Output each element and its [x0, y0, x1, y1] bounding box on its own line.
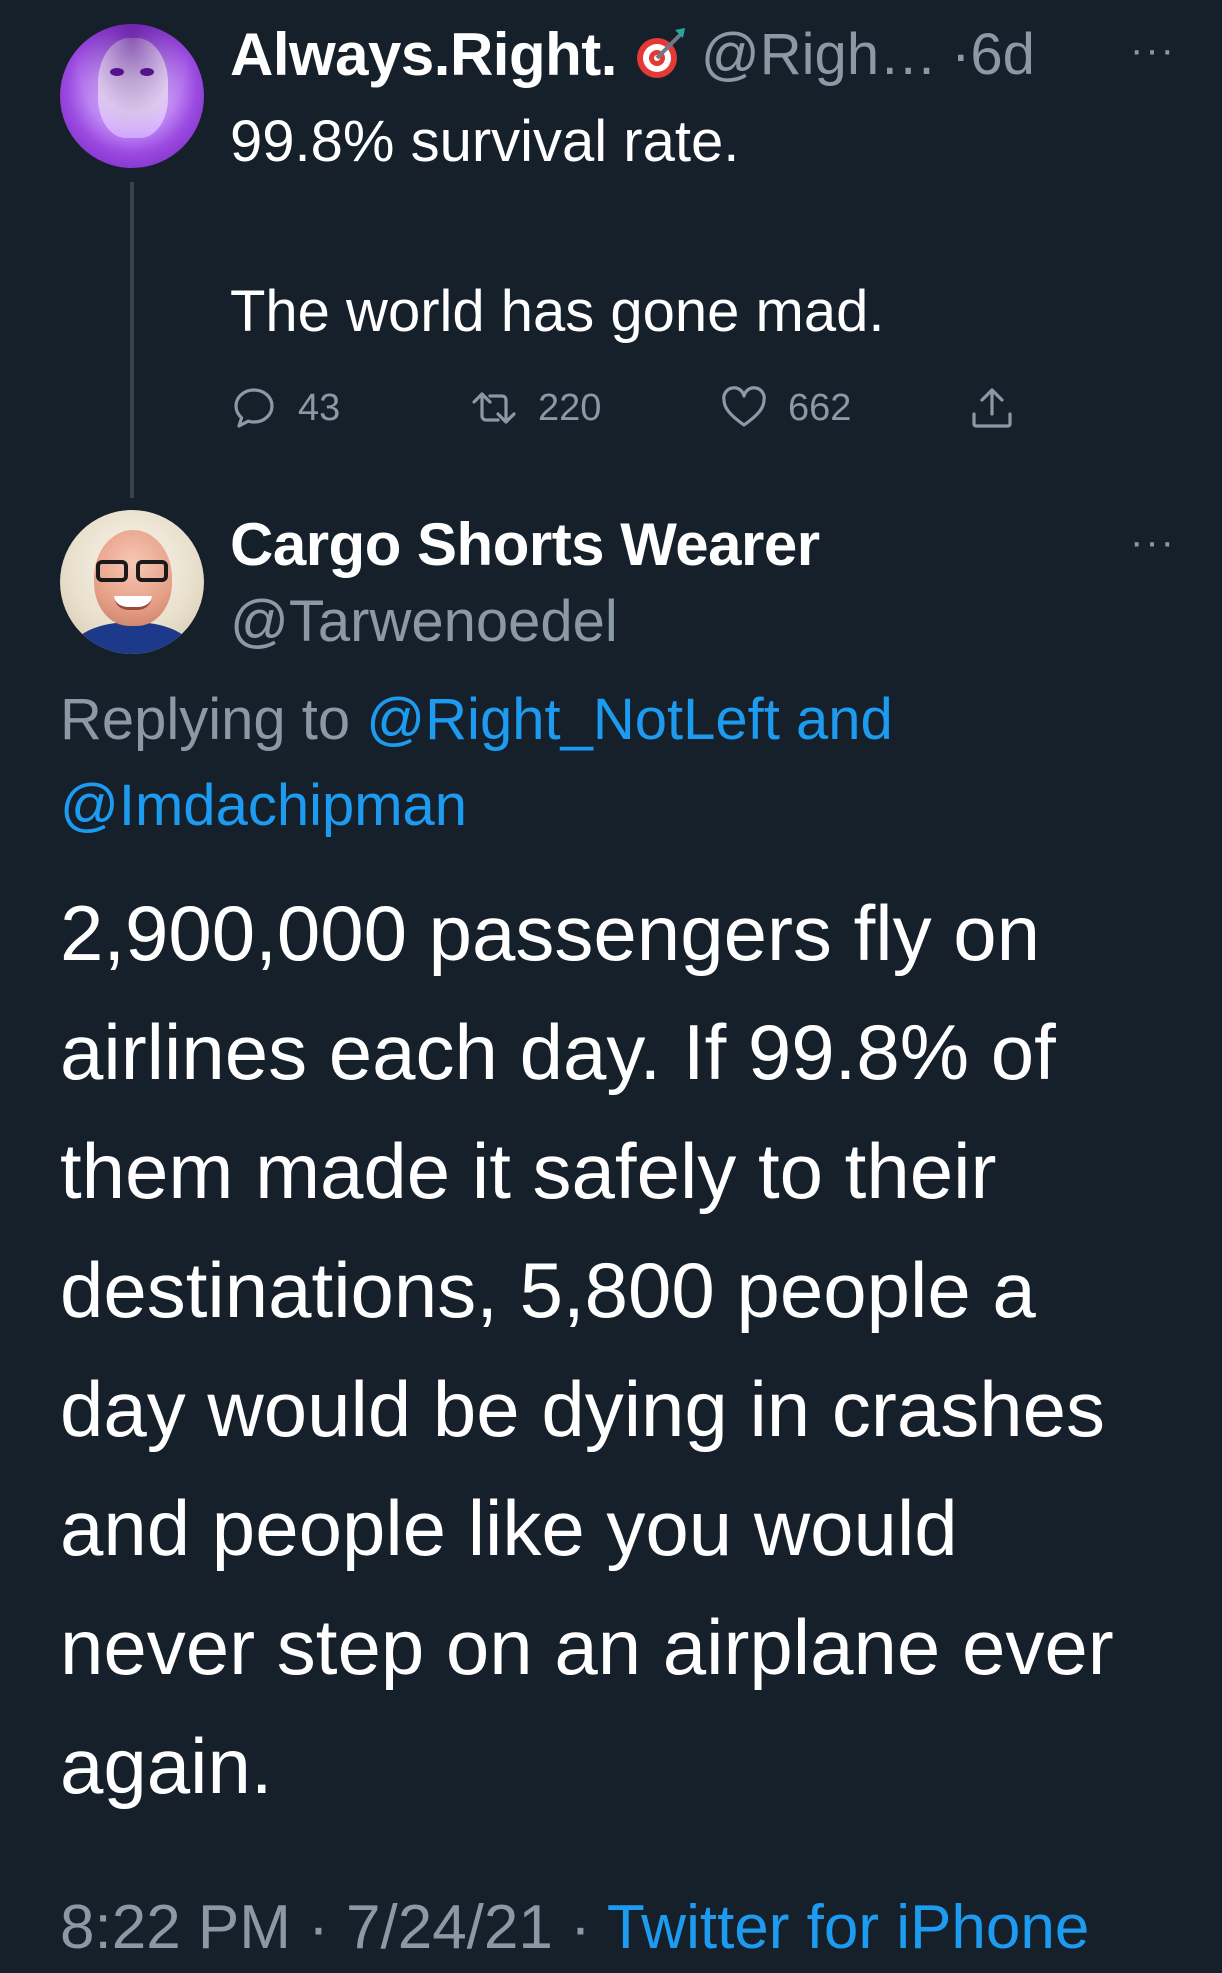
- reply-icon: [234, 388, 274, 428]
- tweet-thread-page: Always.Right. @Righ… ·6d ··· 99.8% survi…: [0, 0, 1222, 1973]
- retweet-icon: [472, 392, 516, 424]
- parent-author-row: Always.Right. @Righ… ·6d: [230, 18, 1035, 90]
- parent-avatar[interactable]: [60, 24, 204, 168]
- body-line: 2,900,000 passengers fly on: [60, 889, 1041, 977]
- heart-icon: [722, 386, 766, 427]
- reply-author-row: Cargo Shorts Wearer: [230, 508, 820, 580]
- replying-to-line: Replying to @Right_NotLeft and: [60, 684, 893, 756]
- reply-count: 43: [298, 386, 341, 429]
- replying-to-label: Replying to: [60, 687, 367, 752]
- replying-to-link-2[interactable]: @Imdachipman: [60, 773, 467, 838]
- share-button[interactable]: [968, 378, 1016, 438]
- share-icon: [972, 388, 1012, 428]
- more-options-icon[interactable]: ···: [1130, 30, 1176, 70]
- like-button[interactable]: 662: [720, 378, 851, 438]
- reply-handle[interactable]: @Tarwenoedel: [230, 588, 618, 655]
- tweet-source-link[interactable]: Twitter for iPhone: [607, 1893, 1089, 1962]
- parent-display-name[interactable]: Always.Right.: [230, 20, 617, 89]
- body-line: destinations, 5,800 people a: [60, 1246, 1036, 1334]
- retweet-button[interactable]: 220: [470, 378, 601, 438]
- body-line: airlines each day. If 99.8% of: [60, 1008, 1056, 1096]
- parent-tweet-text-line2: The world has gone mad.: [230, 279, 885, 344]
- footer-separator: ·: [290, 1893, 347, 1962]
- reply-button[interactable]: 43: [230, 378, 340, 438]
- parent-handle[interactable]: @Righ…: [701, 21, 937, 88]
- tweet-date[interactable]: 7/24/21: [346, 1893, 553, 1962]
- body-line: them made it safely to their: [60, 1127, 997, 1215]
- body-line: again.: [60, 1722, 273, 1810]
- body-line: never step on an airplane ever: [60, 1603, 1114, 1691]
- thread-connector-line: [130, 182, 134, 498]
- parent-timestamp[interactable]: ·6d: [951, 21, 1035, 88]
- footer-separator: ·: [552, 1893, 607, 1962]
- reply-avatar[interactable]: [60, 510, 204, 654]
- reply-tweet-body: 2,900,000 passengers fly on airlines eac…: [60, 874, 1180, 1826]
- body-line: day would be dying in crashes: [60, 1365, 1105, 1453]
- replying-to-link-1[interactable]: @Right_NotLeft and: [366, 687, 892, 752]
- body-line: and people like you would: [60, 1484, 958, 1572]
- more-options-icon[interactable]: ···: [1130, 522, 1176, 562]
- parent-tweet-text-line1: 99.8% survival rate.: [230, 109, 740, 174]
- replying-to-line-2: @Imdachipman: [60, 770, 467, 842]
- tweet-time[interactable]: 8:22 PM: [60, 1893, 291, 1962]
- like-count: 662: [788, 386, 852, 429]
- reply-display-name[interactable]: Cargo Shorts Wearer: [230, 510, 820, 579]
- retweet-count: 220: [538, 386, 602, 429]
- tweet-metadata-footer: 8:22 PM · 7/24/21 · Twitter for iPhone: [60, 1892, 1089, 1964]
- direct-hit-icon: [631, 26, 687, 82]
- parent-action-bar: 43 220 662: [230, 378, 1030, 438]
